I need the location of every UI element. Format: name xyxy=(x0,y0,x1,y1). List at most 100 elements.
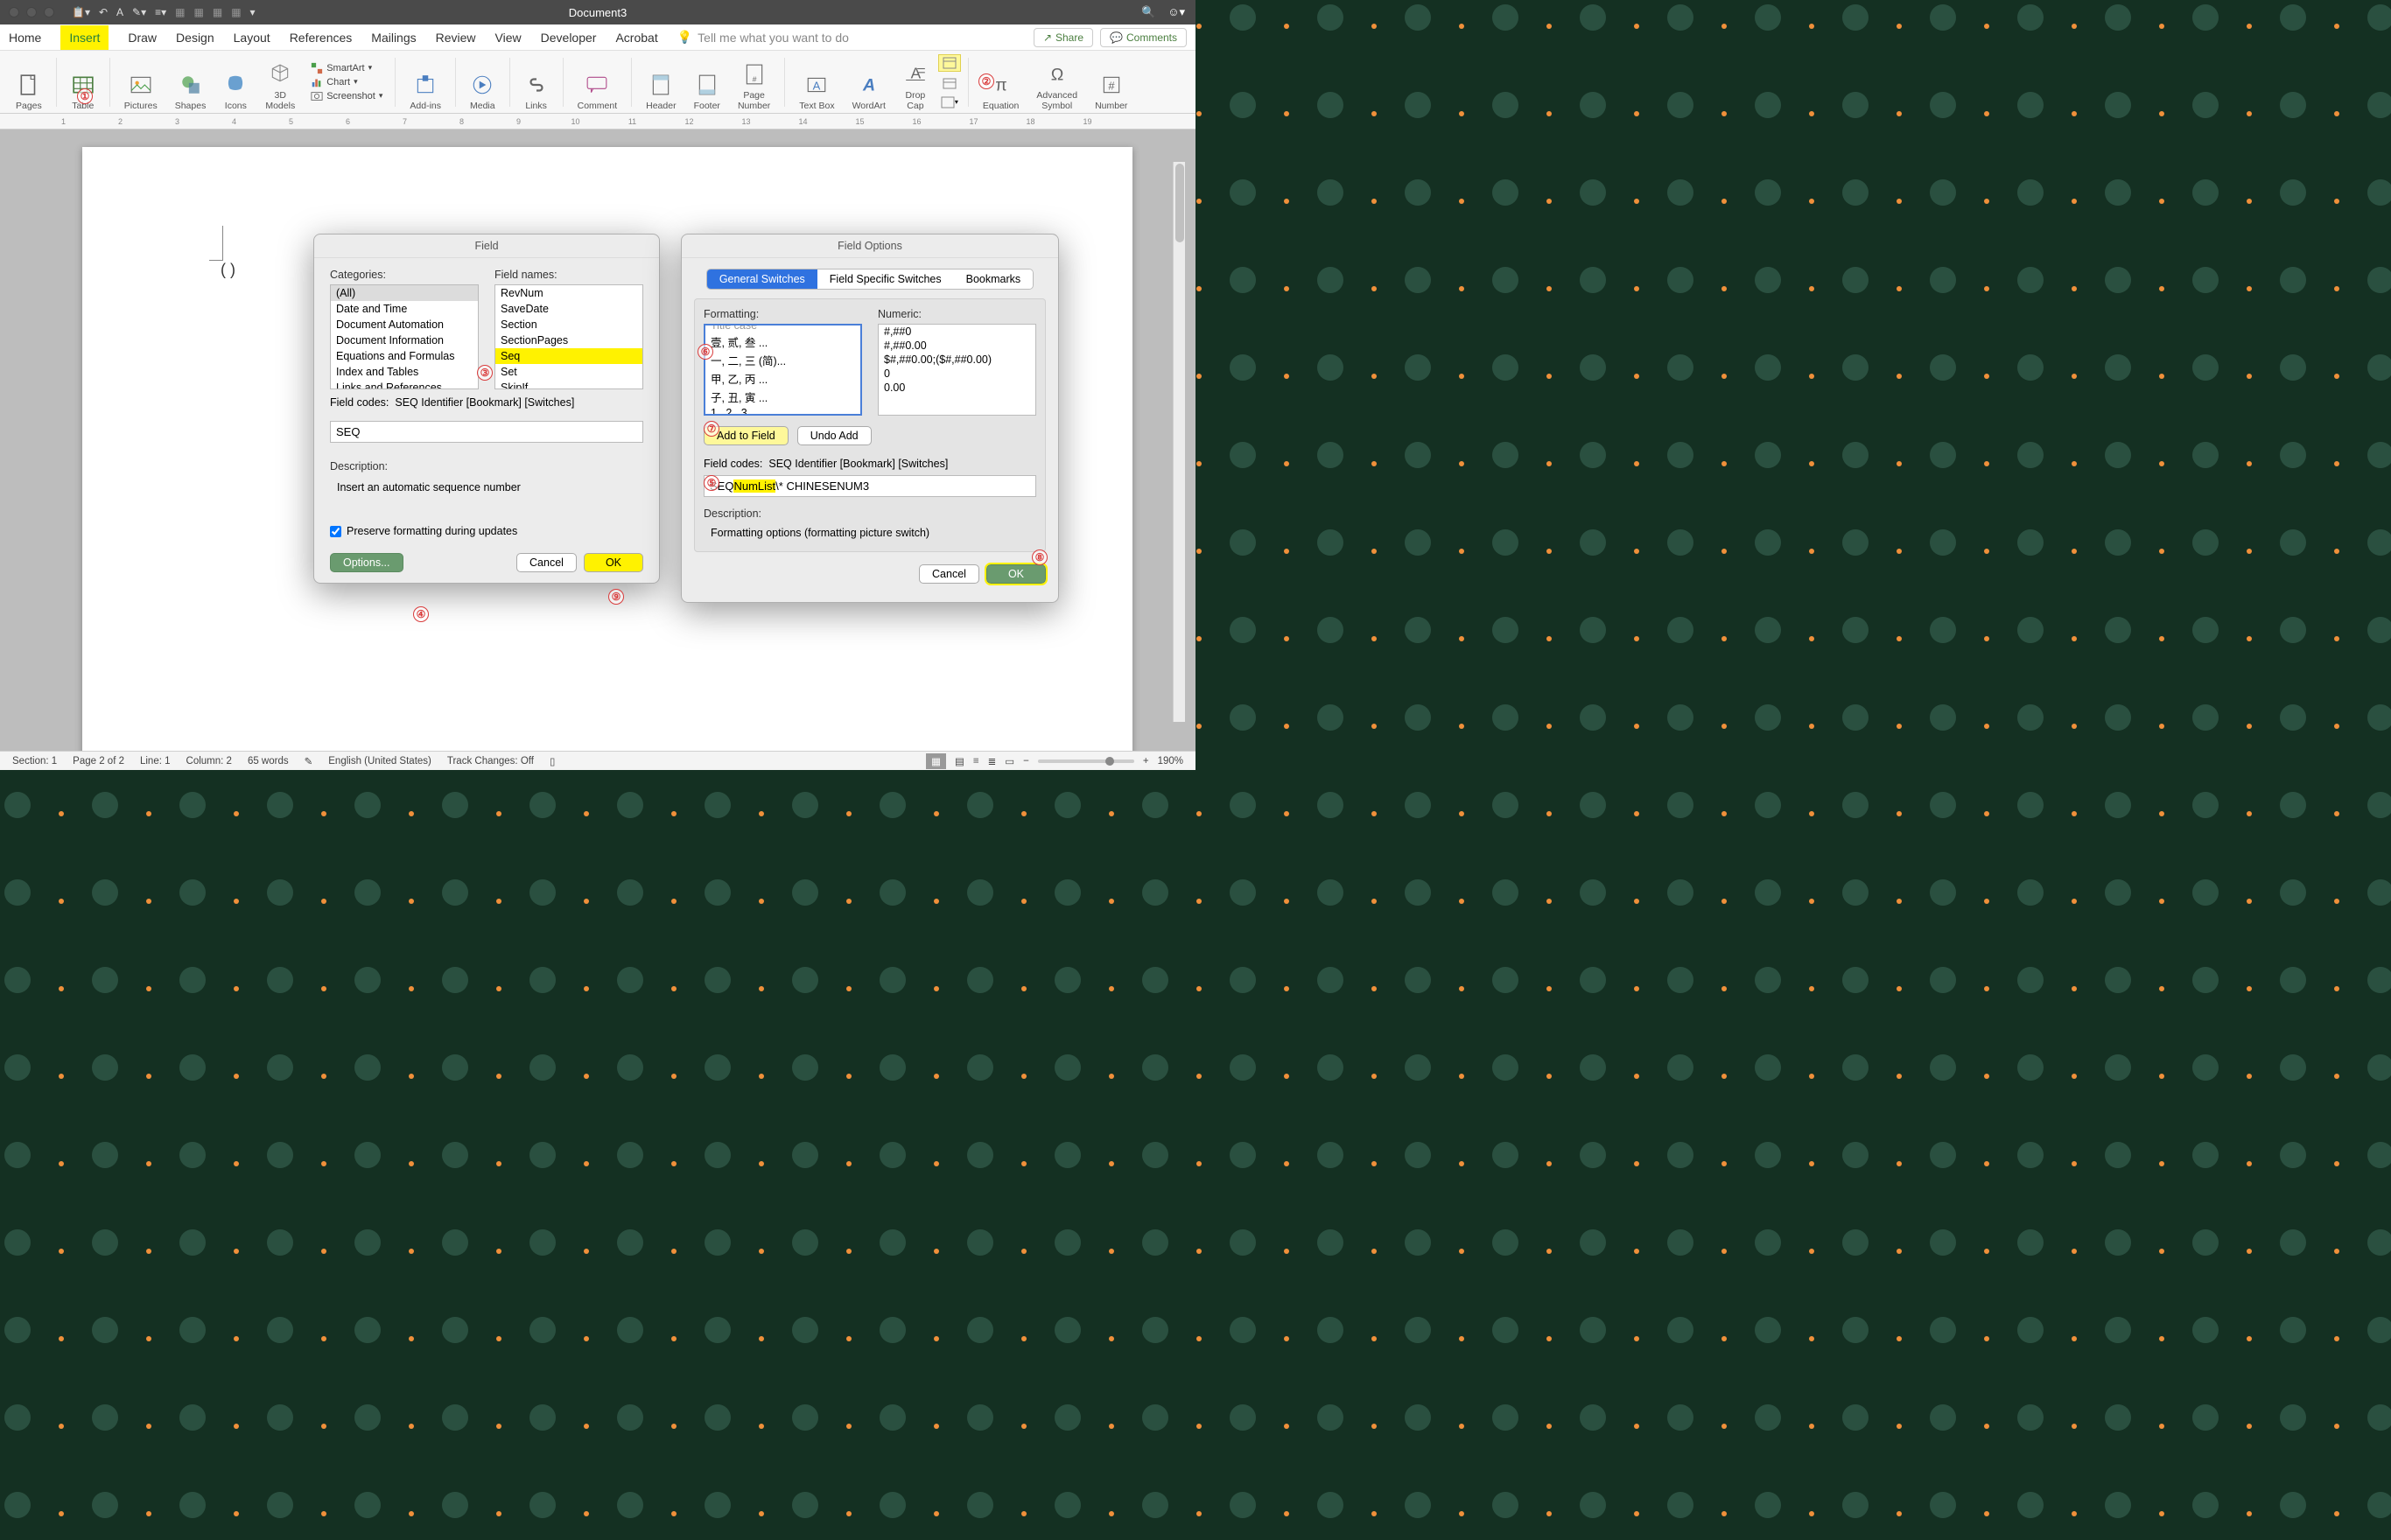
cat-datetime[interactable]: Date and Time xyxy=(331,301,478,317)
cat-idx[interactable]: Index and Tables xyxy=(331,364,478,380)
zoom-out-icon[interactable]: − xyxy=(1023,756,1029,766)
account-icon[interactable]: ☺▾ xyxy=(1167,5,1185,19)
ribbon-object[interactable]: ▾ xyxy=(938,94,961,110)
status-lang[interactable]: English (United States) xyxy=(328,756,431,766)
view-web-icon[interactable]: ≡ xyxy=(973,756,979,766)
cat-docinfo[interactable]: Document Information xyxy=(331,332,478,348)
undo-icon[interactable]: ↶ xyxy=(99,6,108,18)
status-track[interactable]: Track Changes: Off xyxy=(447,756,534,766)
ribbon-addins[interactable]: Add-ins xyxy=(403,53,448,111)
ruler-horizontal[interactable]: 12345678910111213141516171819 xyxy=(0,114,1196,130)
tab-layout[interactable]: Layout xyxy=(234,25,270,50)
tab-draw[interactable]: Draw xyxy=(128,25,157,50)
layout3-icon[interactable]: ▦ xyxy=(213,6,222,18)
layout1-icon[interactable]: ▦ xyxy=(175,6,185,18)
zoom-in-icon[interactable]: + xyxy=(1143,756,1149,766)
seq-input[interactable]: SEQ NumList \* CHINESENUM3 xyxy=(704,475,1036,497)
tab-design[interactable]: Design xyxy=(176,25,214,50)
maximize-window-icon[interactable] xyxy=(44,7,54,18)
ribbon-pagenum[interactable]: #Page Number xyxy=(731,53,777,111)
paste-icon[interactable]: 📋▾ xyxy=(72,6,90,18)
ribbon-datetime[interactable] xyxy=(938,75,961,91)
tab-developer[interactable]: Developer xyxy=(541,25,597,50)
ribbon-number[interactable]: #Number xyxy=(1088,53,1134,111)
view-focus-icon[interactable]: ▤ xyxy=(955,755,964,767)
numeric-listbox[interactable]: #,##0 #,##0.00 $#,##0.00;($#,##0.00) 0 0… xyxy=(878,324,1036,416)
cat-links[interactable]: Links and References xyxy=(331,380,478,389)
brush-icon[interactable]: ✎▾ xyxy=(132,6,146,18)
ribbon-screenshot[interactable]: Screenshot▾ xyxy=(311,90,382,102)
num-5[interactable]: 0.00 xyxy=(879,381,1035,395)
view-outline-icon[interactable]: ≣ xyxy=(988,755,997,767)
fmt-titlecase[interactable]: Title case xyxy=(705,324,860,332)
fmt-chinese1[interactable]: 壹, 贰, 叁 ... xyxy=(705,332,860,351)
more-icon[interactable]: ▾ xyxy=(250,6,256,18)
minimize-window-icon[interactable] xyxy=(26,7,37,18)
fmt-123[interactable]: 1., 2., 3., ... xyxy=(705,406,860,416)
layout4-icon[interactable]: ▦ xyxy=(231,6,241,18)
fmt-chinese3[interactable]: 甲, 乙, 丙 ... xyxy=(705,369,860,388)
ribbon-pages[interactable]: Pages xyxy=(9,53,49,111)
status-words[interactable]: 65 words xyxy=(248,756,289,766)
ribbon-wordart[interactable]: AWordArt xyxy=(845,53,893,111)
ribbon-icons[interactable]: Icons xyxy=(216,53,255,111)
close-window-icon[interactable] xyxy=(9,7,19,18)
zoom-level[interactable]: 190% xyxy=(1158,756,1183,766)
fmt-chinese4[interactable]: 子, 丑, 寅 ... xyxy=(705,388,860,406)
field-code-input[interactable] xyxy=(330,421,643,443)
ribbon-media[interactable]: Media xyxy=(463,53,502,111)
status-column[interactable]: Column: 2 xyxy=(186,756,232,766)
spellcheck-icon[interactable]: ✎ xyxy=(305,755,313,767)
fmt-chinese2[interactable]: 一, 二, 三 (简)... xyxy=(705,351,860,369)
view-draft-icon[interactable]: ▭ xyxy=(1005,755,1014,767)
fn-sectionpages[interactable]: SectionPages xyxy=(495,332,642,348)
status-line[interactable]: Line: 1 xyxy=(140,756,171,766)
cat-eq[interactable]: Equations and Formulas xyxy=(331,348,478,364)
ribbon-advsym[interactable]: ΩAdvanced Symbol xyxy=(1029,53,1084,111)
preserve-checkbox[interactable]: Preserve formatting during updates xyxy=(330,525,643,537)
tell-me[interactable]: 💡Tell me what you want to do xyxy=(677,30,849,45)
zoom-slider[interactable] xyxy=(1038,760,1134,763)
options-ok-button[interactable]: OK xyxy=(986,564,1046,584)
ribbon-smartart[interactable]: SmartArt▾ xyxy=(311,62,382,74)
ribbon-quickparts[interactable] xyxy=(938,54,961,72)
tab-mailings[interactable]: Mailings xyxy=(371,25,416,50)
tab-insert[interactable]: Insert xyxy=(60,25,109,50)
paragraph-icon[interactable]: ≡▾ xyxy=(155,6,166,18)
fn-set[interactable]: Set xyxy=(495,364,642,380)
ribbon-textbox[interactable]: AText Box xyxy=(792,53,841,111)
ribbon-chart[interactable]: Chart▾ xyxy=(311,76,382,88)
num-2[interactable]: #,##0.00 xyxy=(879,339,1035,353)
cat-all[interactable]: (All) xyxy=(331,285,478,301)
fn-skipif[interactable]: SkipIf xyxy=(495,380,642,389)
formatting-listbox[interactable]: Title case 壹, 贰, 叁 ... 一, 二, 三 (简)... 甲,… xyxy=(704,324,862,416)
field-ok-button[interactable]: OK xyxy=(584,553,643,572)
ribbon-comment[interactable]: Comment xyxy=(571,53,625,111)
ribbon-header[interactable]: Header xyxy=(639,53,683,111)
options-cancel-button[interactable]: Cancel xyxy=(919,564,979,584)
fn-savedate[interactable]: SaveDate xyxy=(495,301,642,317)
fn-revnum[interactable]: RevNum xyxy=(495,285,642,301)
undo-add-button[interactable]: Undo Add xyxy=(797,426,872,445)
comments-button[interactable]: 💬Comments xyxy=(1100,28,1187,47)
font-icon[interactable]: A xyxy=(116,6,123,18)
view-print-icon[interactable]: ▦ xyxy=(926,753,946,769)
tab-references[interactable]: References xyxy=(290,25,353,50)
tab-general-switches[interactable]: General Switches xyxy=(707,270,817,289)
options-button[interactable]: Options... xyxy=(330,553,403,572)
preserve-check-input[interactable] xyxy=(330,526,341,537)
tab-view[interactable]: View xyxy=(495,25,522,50)
ribbon-pictures[interactable]: Pictures xyxy=(117,53,165,111)
fieldnames-listbox[interactable]: RevNum SaveDate Section SectionPages Seq… xyxy=(494,284,643,389)
tab-acrobat[interactable]: Acrobat xyxy=(615,25,657,50)
ribbon-links[interactable]: Links xyxy=(517,53,556,111)
status-section[interactable]: Section: 1 xyxy=(12,756,57,766)
num-1[interactable]: #,##0 xyxy=(879,325,1035,339)
ribbon-dropcap[interactable]: ADrop Cap xyxy=(896,53,935,111)
fn-seq[interactable]: Seq xyxy=(495,348,642,364)
categories-listbox[interactable]: (All) Date and Time Document Automation … xyxy=(330,284,479,389)
num-4[interactable]: 0 xyxy=(879,367,1035,381)
macro-icon[interactable]: ▯ xyxy=(550,755,555,767)
ribbon-3dmodels[interactable]: 3D Models xyxy=(258,53,302,111)
vertical-scrollbar[interactable] xyxy=(1173,162,1185,722)
